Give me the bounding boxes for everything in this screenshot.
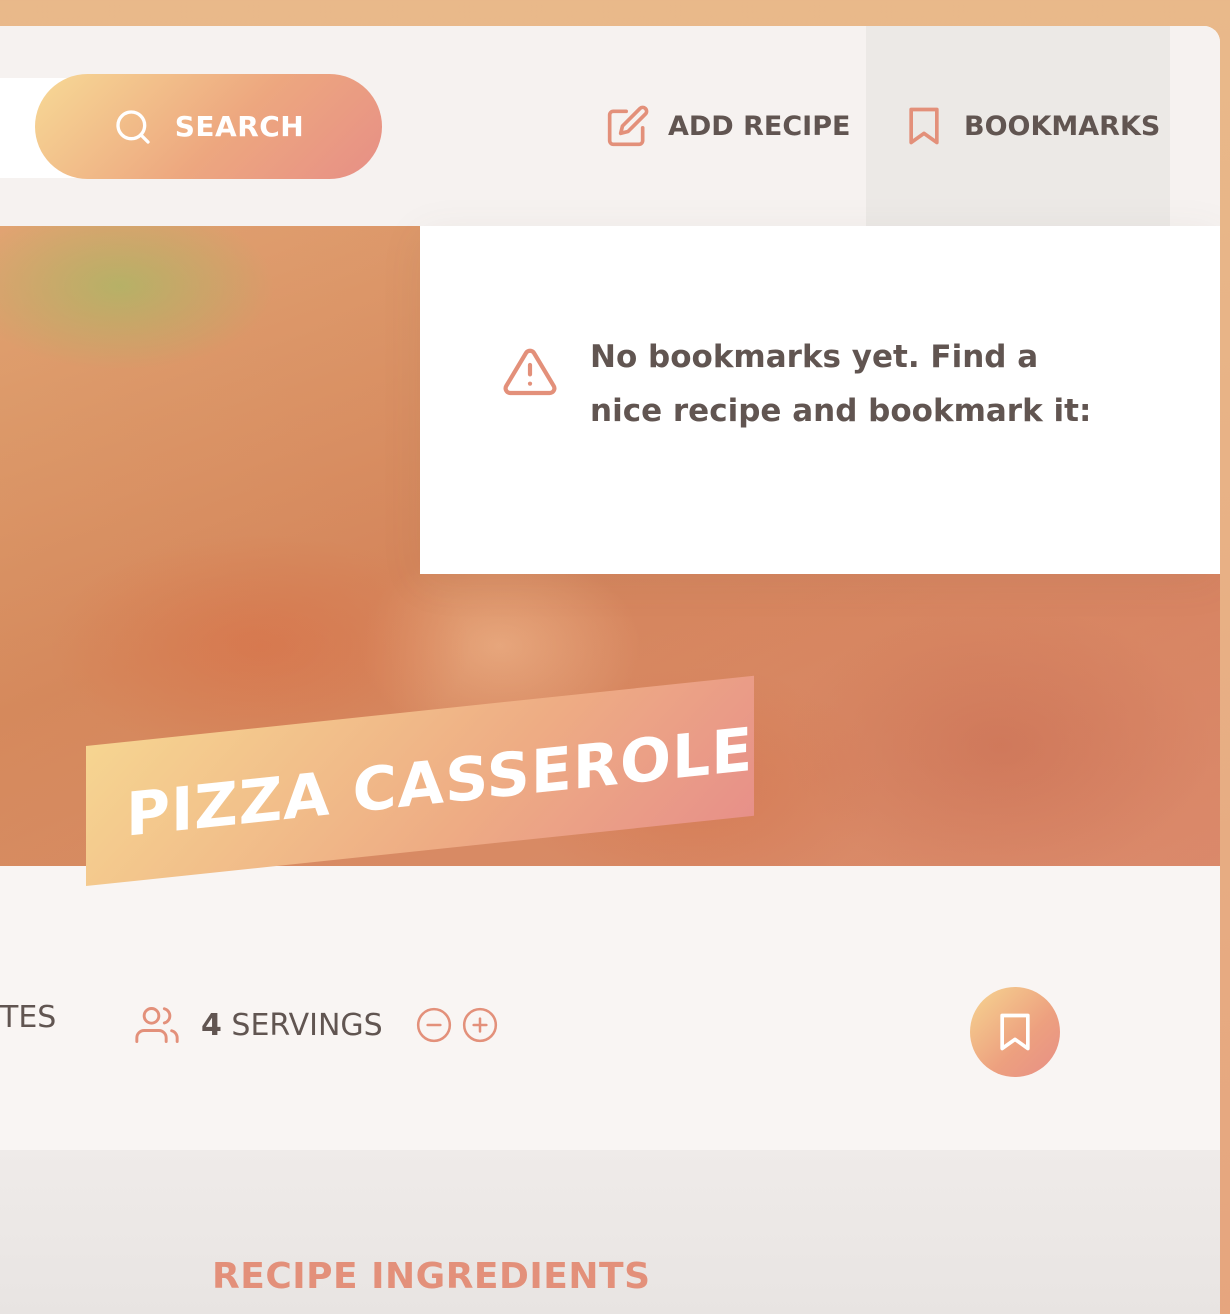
users-icon bbox=[135, 1007, 179, 1043]
bookmark-icon bbox=[1000, 1013, 1030, 1051]
warning-icon bbox=[503, 348, 557, 396]
ingredients-heading: RECIPE INGREDIENTS bbox=[212, 1256, 651, 1297]
add-recipe-label: ADD RECIPE bbox=[668, 110, 851, 142]
bookmarks-label: BOOKMARKS bbox=[964, 110, 1161, 142]
bookmarks-button[interactable]: BOOKMARKS bbox=[866, 26, 1170, 226]
bookmark-recipe-button[interactable] bbox=[970, 987, 1060, 1077]
recipe-ingredients-section: RECIPE INGREDIENTS bbox=[0, 1150, 1220, 1314]
servings-label: SERVINGS bbox=[231, 1007, 383, 1043]
recipe-minutes-label: TES bbox=[0, 1000, 57, 1035]
search-icon bbox=[116, 109, 150, 144]
edit-icon bbox=[607, 105, 649, 147]
minus-circle-icon[interactable] bbox=[415, 1006, 453, 1044]
bookmark-icon bbox=[909, 107, 939, 145]
bookmarks-dropdown: No bookmarks yet. Find a nice recipe and… bbox=[420, 226, 1220, 574]
search-button[interactable]: SEARCH bbox=[35, 74, 382, 179]
app-container: SEARCH ADD RECIPE BOOKMARKS No bookmarks… bbox=[0, 26, 1220, 1314]
servings-controls bbox=[415, 1006, 499, 1044]
recipe-servings: 4 SERVINGS bbox=[133, 990, 499, 1060]
header: SEARCH ADD RECIPE BOOKMARKS bbox=[0, 26, 1220, 226]
bookmarks-empty-message: No bookmarks yet. Find a nice recipe and… bbox=[500, 339, 1120, 438]
recipe-details: TES 4 SERVINGS bbox=[0, 987, 1220, 1077]
bookmarks-message-text: No bookmarks yet. Find a nice recipe and… bbox=[590, 339, 1092, 429]
add-recipe-button[interactable]: ADD RECIPE bbox=[606, 26, 850, 226]
plus-circle-icon[interactable] bbox=[461, 1006, 499, 1044]
search-button-label: SEARCH bbox=[174, 110, 305, 143]
servings-count: 4 bbox=[201, 1007, 222, 1043]
